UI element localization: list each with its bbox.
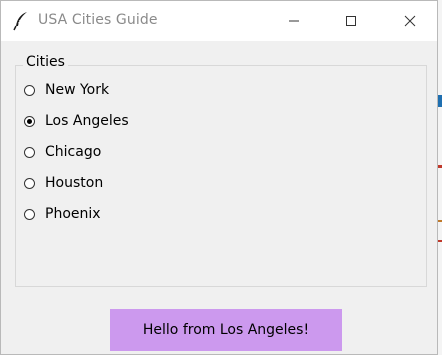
minimize-icon — [288, 12, 300, 31]
minimize-button[interactable] — [271, 1, 317, 41]
greeting-label: Hello from Los Angeles! — [110, 309, 342, 351]
background-mark — [438, 220, 442, 222]
maximize-button[interactable] — [328, 1, 374, 41]
radio-button[interactable] — [24, 177, 35, 189]
radio-button[interactable] — [24, 208, 35, 220]
app-window: USA Cities Guide Cities New York Los Ang… — [0, 0, 438, 355]
radio-button[interactable] — [24, 146, 35, 158]
radio-houston[interactable]: Houston — [23, 173, 103, 193]
radio-los-angeles[interactable]: Los Angeles — [23, 111, 129, 131]
radio-button[interactable] — [24, 115, 35, 127]
background-mark — [438, 165, 442, 168]
window-title: USA Cities Guide — [38, 12, 158, 28]
radio-button[interactable] — [24, 84, 35, 96]
radio-new-york[interactable]: New York — [23, 80, 109, 100]
radio-label: New York — [45, 82, 110, 98]
close-button[interactable] — [387, 1, 433, 41]
background-window-edge — [438, 0, 442, 355]
title-bar[interactable]: USA Cities Guide — [1, 1, 437, 41]
background-mark — [438, 95, 442, 107]
close-icon — [404, 12, 416, 31]
background-mark — [438, 240, 442, 242]
radio-label: Los Angeles — [45, 113, 129, 129]
radio-phoenix[interactable]: Phoenix — [23, 204, 101, 224]
cities-frame-label: Cities — [23, 54, 68, 70]
radio-label: Phoenix — [45, 206, 101, 222]
radio-label: Chicago — [45, 144, 102, 160]
maximize-icon — [345, 12, 357, 31]
radio-label: Houston — [45, 175, 104, 191]
feather-icon — [13, 11, 29, 31]
radio-chicago[interactable]: Chicago — [23, 142, 101, 162]
